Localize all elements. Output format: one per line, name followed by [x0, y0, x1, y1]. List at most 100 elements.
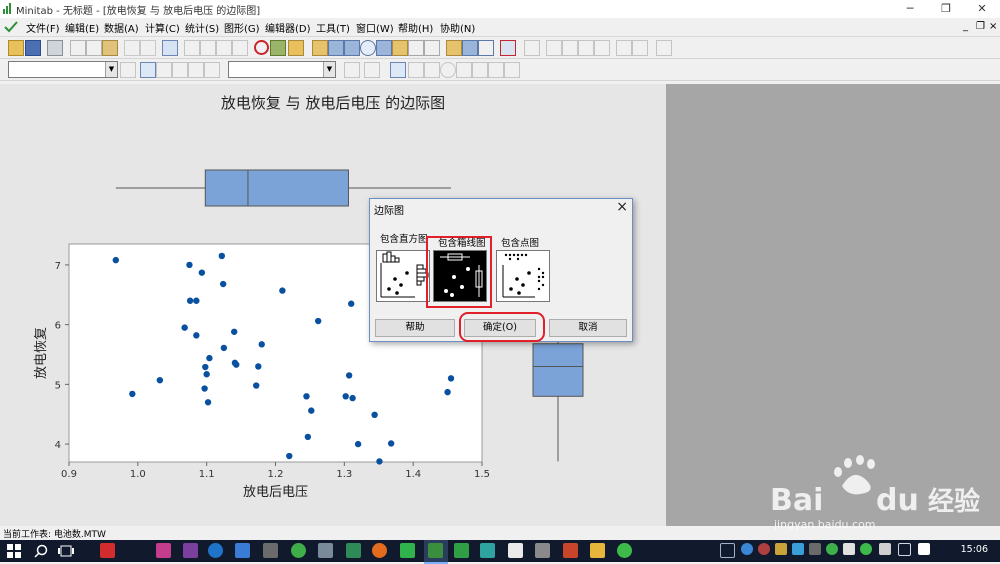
chevron-down-icon[interactable]: ▼	[105, 62, 117, 77]
text-tool-icon[interactable]	[408, 62, 424, 78]
redo-icon[interactable]	[140, 40, 156, 56]
show-graphs-icon[interactable]	[478, 40, 494, 56]
taskbar-app-icon[interactable]	[156, 543, 171, 558]
save-icon[interactable]	[25, 40, 41, 56]
show-worksheets-icon[interactable]	[462, 40, 478, 56]
task-view-icon[interactable]	[58, 545, 74, 557]
taskbar-app-icon[interactable]	[318, 543, 333, 558]
menu-calc[interactable]: 计算(C)	[145, 20, 180, 35]
annotation-select[interactable]: ▼	[228, 61, 336, 78]
tray-icon[interactable]	[792, 543, 804, 555]
taskbar-app-icon[interactable]	[400, 543, 415, 558]
menu-window[interactable]: 窗口(W)	[356, 20, 394, 35]
check-icon[interactable]	[4, 21, 18, 33]
polygon-tool-icon[interactable]	[504, 62, 520, 78]
wechat-icon[interactable]	[617, 543, 632, 558]
tray-icon[interactable]	[843, 543, 855, 555]
insert-rows-icon[interactable]	[216, 40, 232, 56]
cut-icon[interactable]	[70, 40, 86, 56]
project-manager-icon[interactable]	[446, 40, 462, 56]
tray-icon[interactable]	[775, 543, 787, 555]
cancel-button[interactable]: 取消	[549, 319, 627, 337]
mdi-restore-button[interactable]: ❐	[976, 21, 985, 32]
media-player-icon[interactable]	[480, 543, 495, 558]
info-icon[interactable]	[360, 40, 376, 56]
taskbar-app-icon[interactable]	[263, 543, 278, 558]
cancel-icon[interactable]	[254, 40, 269, 55]
help-button[interactable]: 帮助	[375, 319, 455, 337]
windows-start-icon[interactable]	[7, 544, 21, 558]
set-id-icon[interactable]	[562, 40, 578, 56]
powerpoint-icon[interactable]	[563, 543, 578, 558]
brush-icon[interactable]	[156, 62, 172, 78]
mdi-minimize-button[interactable]: _	[963, 21, 968, 32]
option-boxplot[interactable]: 包含箱线图	[430, 227, 490, 307]
tray-icon[interactable]	[809, 543, 821, 555]
menu-stat[interactable]: 统计(S)	[185, 20, 219, 35]
paste-icon[interactable]	[102, 40, 118, 56]
edit-element-icon[interactable]	[120, 62, 136, 78]
graph-element-select[interactable]: ▼	[8, 61, 118, 78]
row-id-icon[interactable]	[578, 40, 594, 56]
taskbar-app-icon[interactable]	[346, 543, 361, 558]
brush-rows-icon[interactable]	[594, 40, 610, 56]
mdi-close-button[interactable]: ×	[989, 21, 997, 32]
tray-icon[interactable]	[879, 543, 891, 555]
rectangle-tool-icon[interactable]	[424, 62, 440, 78]
undo-icon[interactable]	[124, 40, 140, 56]
worksheet-icon[interactable]	[328, 40, 344, 56]
open-icon[interactable]	[8, 40, 24, 56]
assistant-icon[interactable]	[288, 40, 304, 56]
minitab-taskbar-button[interactable]	[424, 540, 448, 564]
tray-icon[interactable]	[758, 543, 770, 555]
browser-icon[interactable]	[291, 543, 306, 558]
arrow-down-icon[interactable]	[200, 40, 216, 56]
crosshair-icon[interactable]	[172, 62, 188, 78]
wifi-icon[interactable]	[720, 543, 735, 558]
restore-button[interactable]: ❐	[928, 0, 964, 18]
close-x-icon[interactable]	[344, 62, 360, 78]
copy-icon[interactable]	[86, 40, 102, 56]
option-dotplot[interactable]: 包含点图	[494, 227, 554, 307]
close-graphs-icon[interactable]	[500, 40, 516, 56]
find-icon[interactable]	[232, 40, 248, 56]
print-icon[interactable]	[47, 40, 63, 56]
zoom-icon[interactable]	[204, 62, 220, 78]
tray-icon[interactable]	[826, 543, 838, 555]
taskbar-app-icon[interactable]	[508, 543, 523, 558]
manage-graphs-icon[interactable]	[424, 40, 440, 56]
menu-tools[interactable]: 工具(T)	[316, 20, 350, 35]
select-pointer-icon[interactable]	[140, 62, 156, 78]
ie-icon[interactable]	[208, 543, 223, 558]
search-icon[interactable]	[34, 544, 48, 558]
tray-icon[interactable]	[741, 543, 753, 555]
help-icon[interactable]	[270, 40, 286, 56]
taskbar-app-icon[interactable]	[454, 543, 469, 558]
taskbar-app-icon[interactable]	[535, 543, 550, 558]
menu-help[interactable]: 帮助(H)	[398, 20, 433, 35]
ime-icon[interactable]	[918, 543, 930, 555]
dialog-close-icon[interactable]: ×	[616, 199, 628, 215]
marker-tool-icon[interactable]	[472, 62, 488, 78]
pen-icon[interactable]	[616, 40, 632, 56]
menu-graph[interactable]: 图形(G)	[224, 20, 260, 35]
file-explorer-icon[interactable]	[590, 543, 605, 558]
graphs-folder-icon[interactable]	[344, 40, 360, 56]
annotation-pointer-icon[interactable]	[390, 62, 406, 78]
magnifier-icon[interactable]	[364, 62, 380, 78]
volume-icon[interactable]	[898, 543, 911, 556]
report-pad-icon[interactable]	[392, 40, 408, 56]
new-graph-icon[interactable]	[408, 40, 424, 56]
onenote-icon[interactable]	[183, 543, 198, 558]
menu-data[interactable]: 数据(A)	[104, 20, 139, 35]
minimize-button[interactable]: ─	[892, 0, 928, 18]
taskbar-app-icon[interactable]	[100, 543, 115, 558]
chevron-down-icon[interactable]: ▼	[323, 62, 335, 77]
line-draw-icon[interactable]	[456, 62, 472, 78]
eraser-icon[interactable]	[632, 40, 648, 56]
function-icon[interactable]	[524, 40, 540, 56]
history-icon[interactable]	[376, 40, 392, 56]
menu-edit[interactable]: 编辑(E)	[65, 20, 99, 35]
arrow-up-icon[interactable]	[184, 40, 200, 56]
menu-assist[interactable]: 协助(N)	[440, 20, 475, 35]
